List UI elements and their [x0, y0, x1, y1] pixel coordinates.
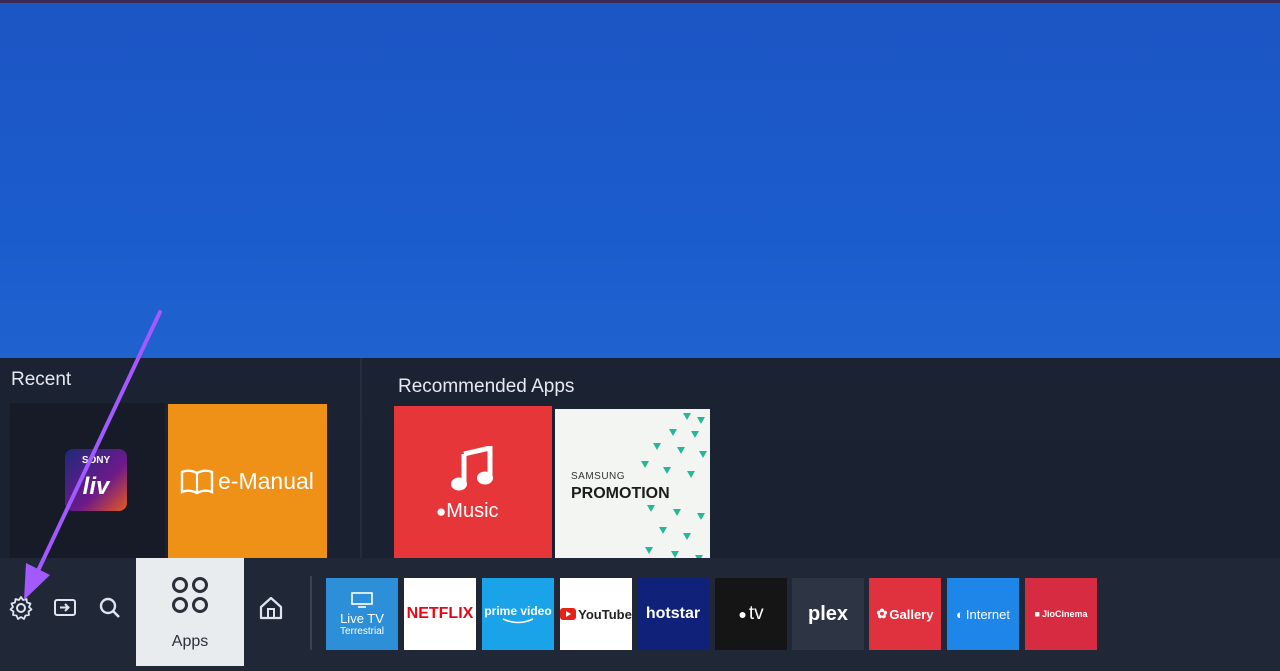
emanual-label: e-Manual — [218, 468, 314, 494]
recent-tile-sonyliv[interactable]: SONY liv — [10, 403, 165, 558]
live-tv-label: Live TV — [340, 610, 384, 626]
recommended-tile-music[interactable]: ●Music — [394, 406, 552, 562]
recent-tile-emanual[interactable]: e-Manual — [168, 404, 327, 558]
promo-promotion-text: PROMOTION — [571, 485, 670, 502]
app-jiocinema[interactable]: ■ JioCinema — [1025, 578, 1097, 650]
source-icon[interactable] — [52, 595, 78, 621]
jiocinema-icon: ■ — [1034, 609, 1040, 619]
apps-grid-icon — [172, 577, 208, 613]
youtube-label: YouTube — [578, 606, 632, 622]
prime-video-label: prime video — [484, 604, 552, 618]
apple-logo-icon: ● — [436, 502, 447, 521]
music-label: Music — [446, 500, 499, 522]
sonyliv-brand-top: SONY — [81, 455, 111, 466]
home-icon[interactable] — [258, 595, 284, 621]
app-netflix[interactable]: NETFLIX — [404, 578, 476, 650]
prime-smile-icon — [502, 618, 534, 624]
netflix-label: NETFLIX — [406, 605, 474, 622]
sonyliv-logo: SONY liv — [65, 449, 127, 511]
app-hotstar[interactable]: hotstar — [637, 578, 709, 650]
app-live-tv[interactable]: Live TV Terrestrial — [326, 578, 398, 650]
gallery-label: Gallery — [889, 606, 934, 622]
gallery-flower-icon: ✿ — [876, 606, 888, 621]
hotstar-label: hotstar — [645, 605, 701, 622]
settings-icon[interactable] — [8, 595, 34, 621]
search-icon[interactable] — [97, 595, 123, 621]
app-gallery[interactable]: ✿ Gallery — [869, 578, 941, 650]
tv-icon — [351, 591, 373, 608]
app-prime-video[interactable]: prime video — [482, 578, 554, 650]
bar-separator — [310, 576, 312, 650]
promo-samsung-text: SAMSUNG — [571, 471, 626, 482]
apps-label: Apps — [171, 633, 209, 650]
youtube-play-icon — [560, 608, 577, 620]
live-tv-sublabel: Terrestrial — [340, 625, 384, 637]
app-plex[interactable]: plex — [792, 578, 864, 650]
apple-tv-label: tv — [748, 603, 764, 624]
internet-label: Internet — [965, 606, 1010, 622]
screen-frame — [0, 0, 1280, 3]
apple-logo-icon: ● — [738, 606, 747, 622]
plex-label: plex — [807, 602, 849, 625]
section-divider — [360, 358, 362, 558]
book-icon — [180, 469, 214, 495]
music-label-wrap: ●Music — [436, 500, 499, 523]
app-youtube[interactable]: YouTube — [560, 578, 632, 650]
sonyliv-brand-bottom: liv — [82, 473, 110, 500]
app-internet[interactable]: ◐ Internet — [947, 578, 1019, 650]
recommended-title: Recommended Apps — [398, 376, 575, 397]
recommended-tile-samsung-promotion[interactable]: SAMSUNG PROMOTION — [555, 409, 710, 564]
apps-button[interactable]: Apps — [136, 558, 244, 666]
app-apple-tv[interactable]: ● tv — [715, 578, 787, 650]
music-note-icon — [451, 446, 493, 491]
internet-globe-icon: ◐ — [956, 606, 964, 622]
recent-title: Recent — [11, 369, 72, 390]
jiocinema-label: JioCinema — [1041, 609, 1088, 619]
